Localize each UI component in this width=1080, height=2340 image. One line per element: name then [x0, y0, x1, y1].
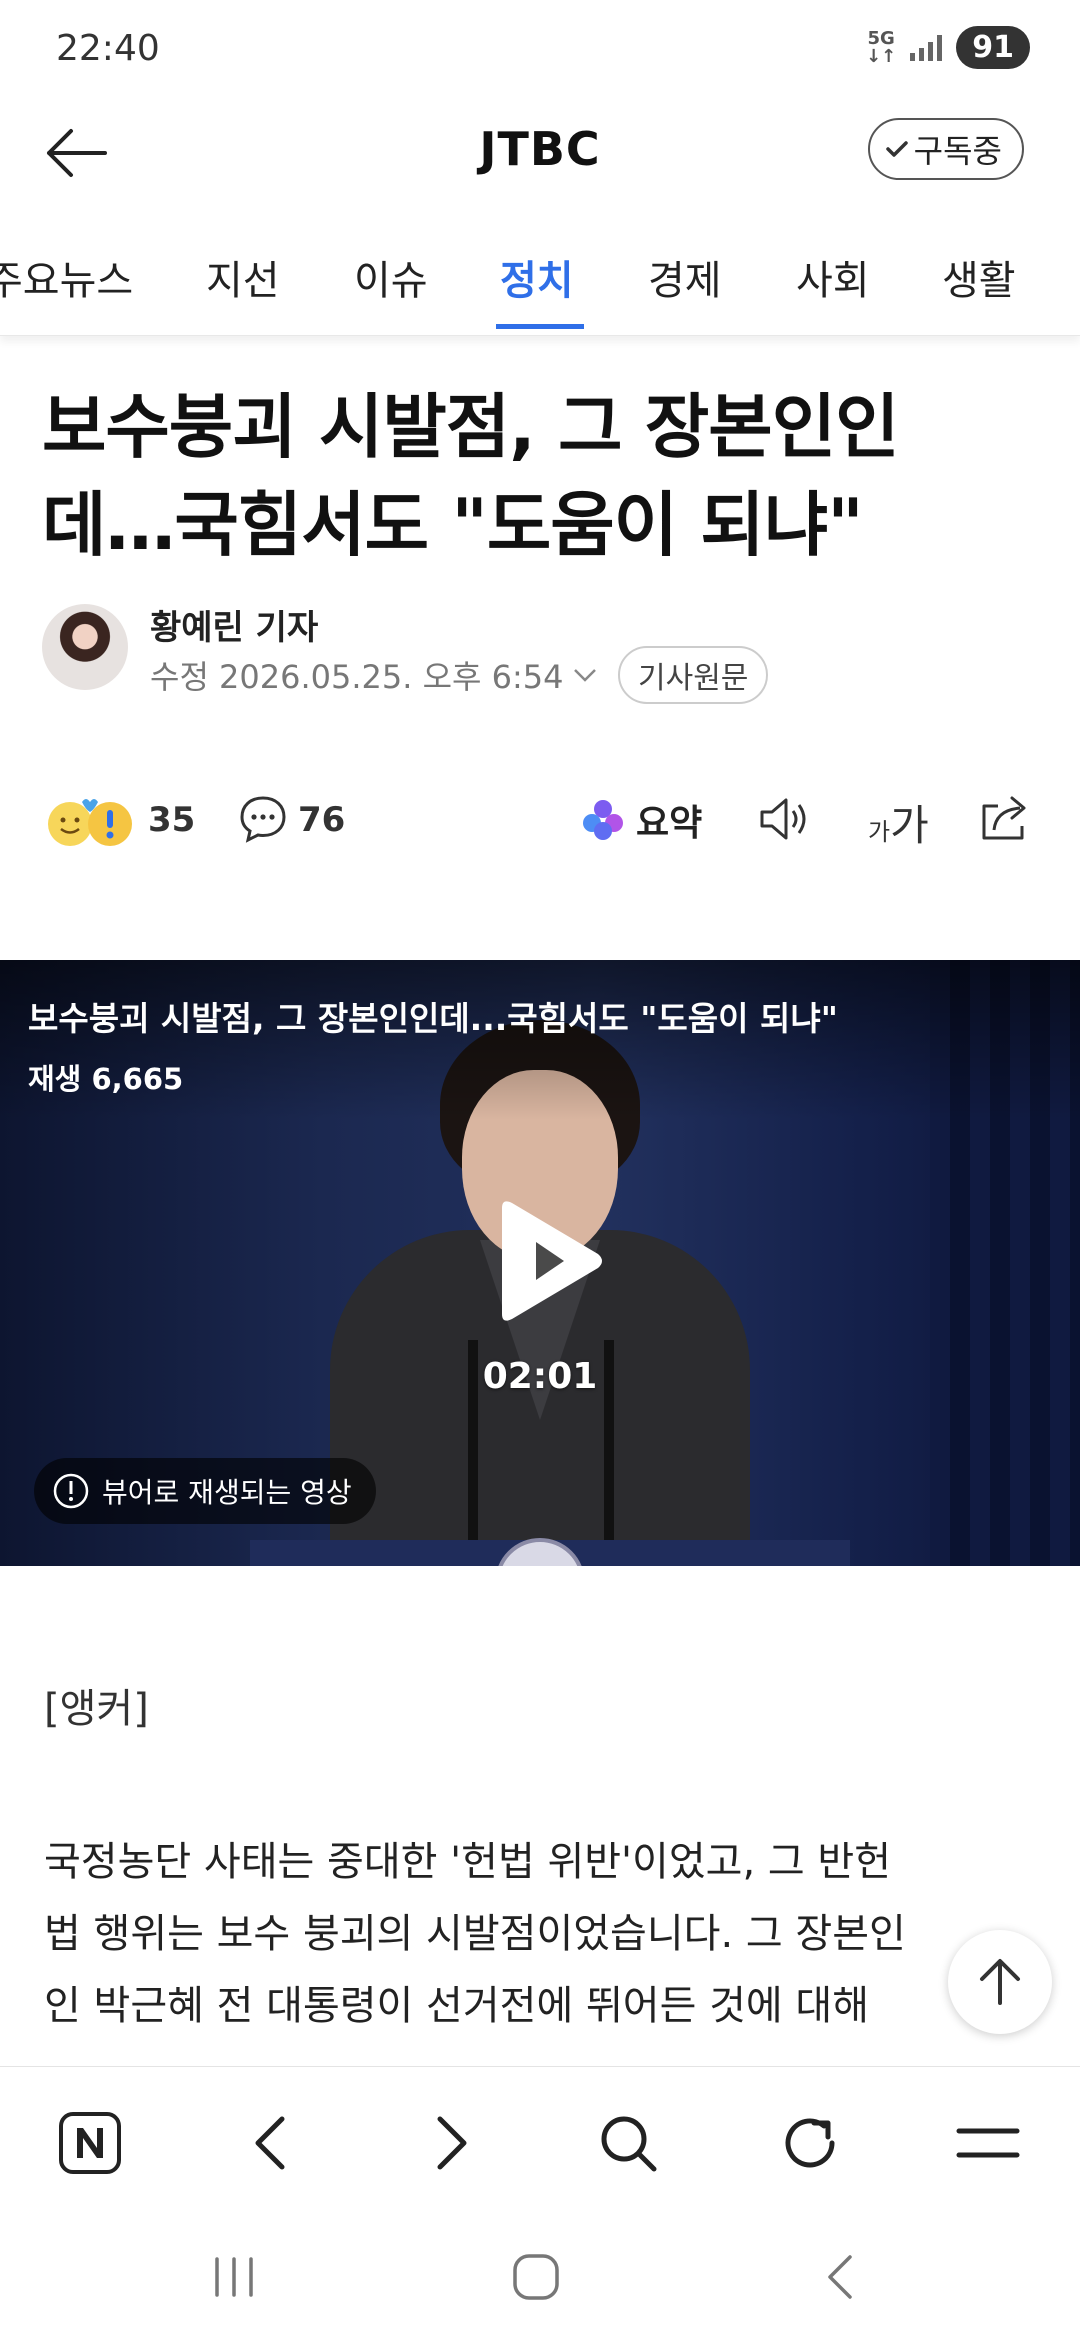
- recent-apps-icon: [215, 2257, 253, 2297]
- search-icon: [601, 2116, 657, 2172]
- play-icon: [502, 1201, 602, 1321]
- tab-politics[interactable]: 정치: [500, 248, 574, 306]
- browser-toolbar: [0, 2066, 1080, 2212]
- chevron-right-icon: [437, 2116, 467, 2170]
- browser-back-button[interactable]: [230, 2103, 310, 2183]
- sparkle-icon: [583, 800, 623, 840]
- article-headline: 보수붕괴 시발점, 그 장본인인 데…국힘서도 "도움이 되냐": [42, 378, 1042, 574]
- modified-date[interactable]: 수정 2026.05.25. 오후 6:54: [150, 652, 598, 698]
- chevron-left-icon: [255, 2116, 285, 2170]
- video-player[interactable]: 보수붕괴 시발점, 그 장본인인데...국힘서도 "도움이 되냐" 재생 6,6…: [0, 960, 1080, 1566]
- browser-refresh-button[interactable]: [770, 2103, 850, 2183]
- tab-issue[interactable]: 이슈: [354, 248, 428, 306]
- info-icon: [53, 1473, 89, 1509]
- recent-apps-button[interactable]: [194, 2242, 274, 2312]
- original-article-button[interactable]: 기사원문: [618, 646, 769, 704]
- font-size-big-label: 가: [890, 801, 929, 850]
- headline-line: 데…국힘서도 "도움이 되냐": [42, 484, 864, 566]
- font-size-button[interactable]: 가가: [868, 792, 929, 853]
- system-navigation-bar: [0, 2212, 1080, 2340]
- home-icon: [513, 2254, 559, 2300]
- back-chevron-icon: [828, 2255, 852, 2299]
- article-text-line: 법 행위는 보수 붕괴의 시발점이었습니다. 그 장본인: [44, 1911, 906, 1957]
- battery-indicator: 91: [956, 26, 1030, 69]
- subscribe-label: 구독중: [913, 132, 1002, 170]
- reaction-emoji-icon[interactable]: [46, 796, 142, 848]
- browser-search-button[interactable]: [588, 2103, 668, 2183]
- refresh-icon: [785, 2118, 835, 2168]
- hamburger-menu-icon: [956, 2128, 1020, 2158]
- viewer-notice-text: 뷰어로 재생되는 영상: [102, 1476, 352, 1509]
- article-text-line: 국정농단 사태는 중대한 '헌법 위반'이었고, 그 반헌: [44, 1839, 891, 1885]
- home-button[interactable]: [496, 2242, 576, 2312]
- browser-menu-button[interactable]: [948, 2103, 1028, 2183]
- naver-n-icon: [59, 2112, 121, 2174]
- active-tab-indicator: [496, 324, 584, 329]
- app-header: JTBC 구독중: [0, 100, 1080, 210]
- article-text-line: 인 박근혜 전 대통령이 선거전에 뛰어든 것에 대해: [44, 1983, 870, 2029]
- font-size-small-label: 가: [868, 818, 891, 846]
- scroll-to-top-button[interactable]: [948, 1930, 1052, 2034]
- tab-life[interactable]: 생활: [942, 248, 1016, 306]
- video-title: 보수붕괴 시발점, 그 장본인인데...국힘서도 "도움이 되냐": [28, 999, 838, 1038]
- chevron-down-icon: [573, 669, 596, 682]
- section-tabs: 주요뉴스 지선 이슈 정치 경제 사회 생활: [0, 232, 1080, 336]
- speaker-icon[interactable]: [756, 794, 812, 844]
- signal-icon: [910, 34, 943, 61]
- status-time: 22:40: [56, 28, 160, 69]
- network-label: 5G: [867, 27, 895, 49]
- headline-line: 보수붕괴 시발점, 그 장본인인: [42, 386, 900, 468]
- reporter-name[interactable]: 황예린 기자: [150, 600, 318, 649]
- article-action-bar: 35 76 요약 가가: [0, 780, 1080, 860]
- status-bar: 22:40 5G ↓↑ 91: [0, 0, 1080, 100]
- status-indicators: 5G ↓↑ 91: [866, 26, 1030, 69]
- comment-count[interactable]: 76: [298, 800, 345, 840]
- reaction-count[interactable]: 35: [148, 800, 195, 840]
- video-duration: 02:01: [482, 1356, 598, 1397]
- tab-economy[interactable]: 경제: [648, 248, 722, 306]
- subscribe-button[interactable]: 구독중: [867, 118, 1024, 180]
- video-view-count: 재생 6,665: [28, 1062, 184, 1096]
- anchor-label: [앵커]: [44, 1686, 149, 1732]
- article-body: 국정농단 사태는 중대한 '헌법 위반'이었고, 그 반헌 법 행위는 보수 붕…: [44, 1826, 1044, 2042]
- check-icon: [885, 141, 908, 157]
- arrow-up-icon: [980, 1959, 1020, 2005]
- viewer-notice: 뷰어로 재생되는 영상: [34, 1458, 376, 1524]
- tab-local-election[interactable]: 지선: [206, 248, 280, 306]
- tab-society[interactable]: 사회: [796, 248, 870, 306]
- browser-forward-button[interactable]: [412, 2103, 492, 2183]
- reporter-avatar[interactable]: [42, 604, 128, 690]
- speech-bubble-icon[interactable]: [238, 794, 288, 844]
- modified-date-text: 수정 2026.05.25. 오후 6:54: [150, 658, 564, 696]
- share-icon[interactable]: [976, 792, 1032, 844]
- tab-main-news[interactable]: 주요뉴스: [0, 248, 133, 306]
- naver-home-button[interactable]: [50, 2103, 130, 2183]
- summary-button[interactable]: 요약: [580, 794, 702, 846]
- network-5g-icon: 5G ↓↑: [866, 27, 897, 67]
- system-back-button[interactable]: [800, 2242, 880, 2312]
- play-button[interactable]: [488, 1196, 608, 1326]
- summary-label: 요약: [636, 803, 703, 844]
